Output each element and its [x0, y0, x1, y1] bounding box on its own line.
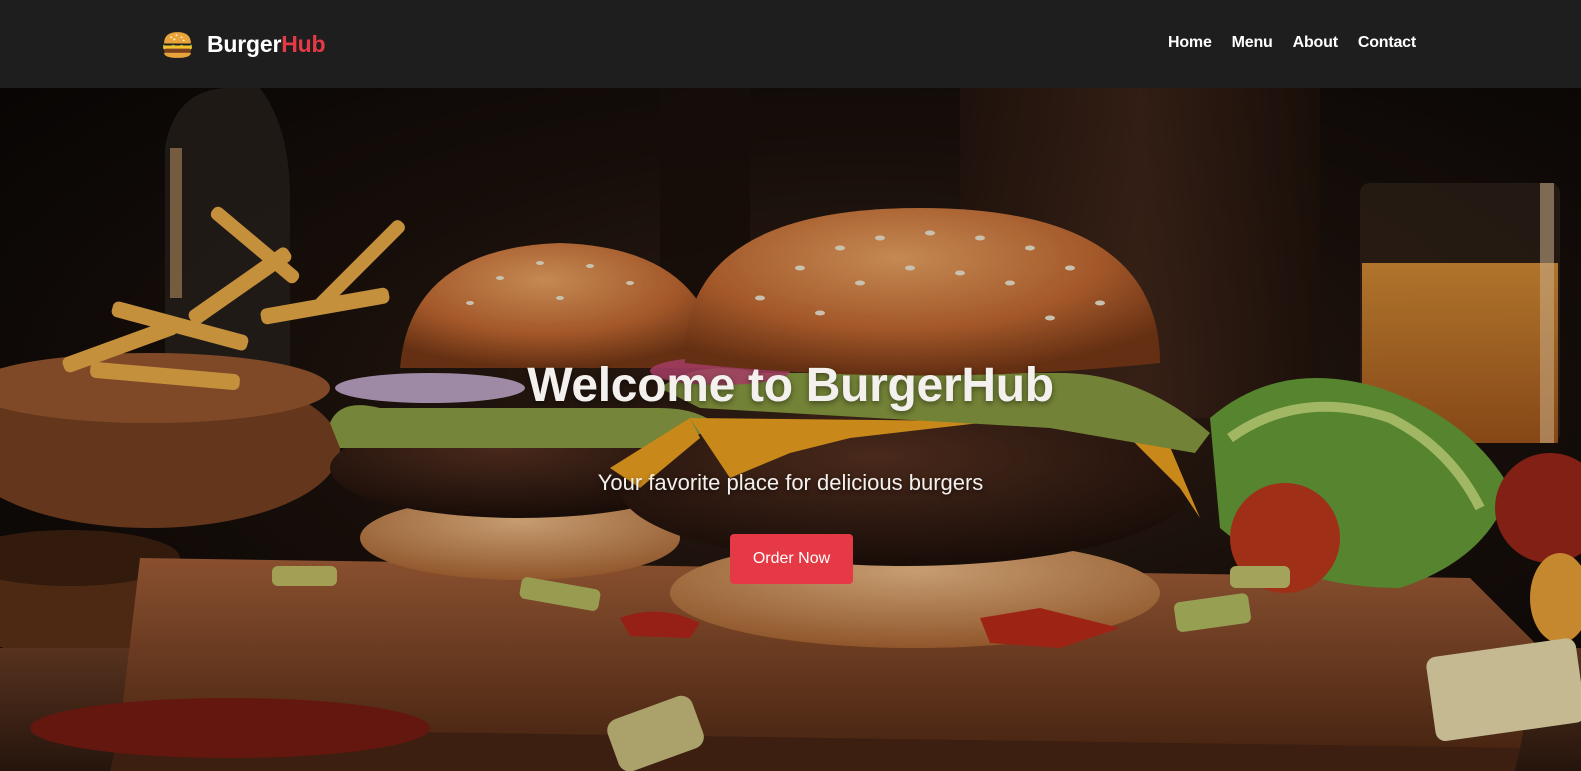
brand-name-part-2: Hub	[281, 30, 326, 57]
nav-link-home[interactable]: Home	[1168, 33, 1212, 53]
order-now-button[interactable]: Order Now	[730, 534, 853, 584]
brand-name-part-1: Burger	[207, 30, 282, 57]
nav-link-contact[interactable]: Contact	[1358, 33, 1416, 53]
burger-icon	[163, 31, 192, 58]
main-nav: Home Menu About Contact	[1168, 33, 1416, 53]
brand-logo-link[interactable]: BurgerHub	[161, 27, 326, 61]
navbar: BurgerHub Home Menu About Contact	[0, 0, 1581, 88]
nav-link-about[interactable]: About	[1293, 33, 1338, 53]
hero-section: Welcome to BurgerHub Your favorite place…	[0, 88, 1581, 771]
hero-content: Welcome to BurgerHub Your favorite place…	[0, 88, 1581, 771]
hero-title: Welcome to BurgerHub	[527, 359, 1054, 412]
hero-subtitle: Your favorite place for delicious burger…	[597, 470, 984, 495]
nav-link-menu[interactable]: Menu	[1232, 33, 1273, 53]
